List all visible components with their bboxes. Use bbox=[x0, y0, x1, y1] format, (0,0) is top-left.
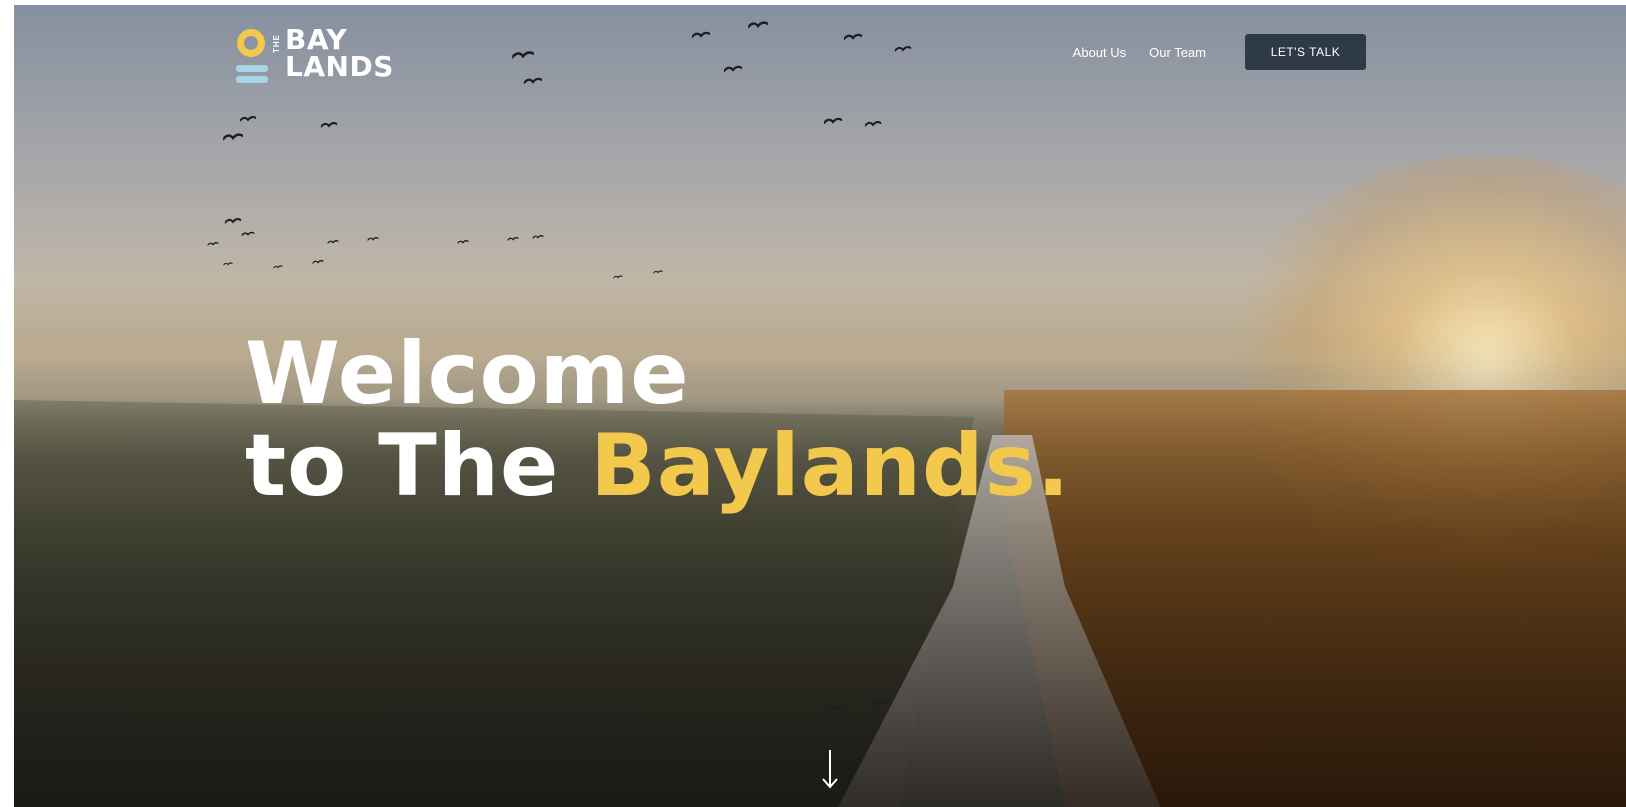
logo-the: THE bbox=[272, 34, 281, 53]
bird-icon bbox=[864, 120, 882, 127]
bird-icon bbox=[312, 260, 324, 265]
top-nav: About Us Our Team LET'S TALK bbox=[1073, 34, 1366, 70]
bird-icon bbox=[367, 237, 379, 242]
bird-icon bbox=[223, 262, 233, 266]
bird-icon bbox=[273, 265, 283, 269]
bird-icon bbox=[692, 31, 710, 39]
wave-icon bbox=[236, 76, 268, 83]
logo-word-bay: BAY bbox=[285, 23, 348, 56]
bird-icon bbox=[223, 133, 243, 142]
bird-icon bbox=[524, 77, 542, 85]
bird-icon bbox=[224, 217, 242, 224]
bird-icon bbox=[327, 240, 339, 245]
nav-link-about-us[interactable]: About Us bbox=[1073, 45, 1126, 60]
bird-icon bbox=[507, 237, 519, 242]
sun-ring-icon bbox=[237, 29, 265, 57]
bird-icon bbox=[870, 701, 886, 707]
bird-icon bbox=[207, 242, 219, 247]
headline-prefix: to The bbox=[245, 416, 591, 516]
bird-icon bbox=[239, 115, 257, 122]
logo-mark-icon bbox=[236, 26, 268, 86]
bird-icon bbox=[894, 45, 912, 52]
bird-icon bbox=[724, 65, 742, 73]
bird-icon bbox=[653, 270, 663, 274]
nav-link-our-team[interactable]: Our Team bbox=[1149, 45, 1206, 60]
headline-line-2: to The Baylands. bbox=[245, 420, 1070, 512]
headline-line-1: Welcome bbox=[245, 324, 690, 424]
bird-icon bbox=[824, 117, 842, 125]
lets-talk-button[interactable]: LET'S TALK bbox=[1245, 34, 1366, 70]
baylands-logo[interactable]: THE BAY LANDS bbox=[236, 26, 394, 86]
bird-icon bbox=[241, 231, 255, 237]
bird-icon bbox=[844, 33, 862, 41]
bird-icon bbox=[829, 705, 847, 712]
bird-icon bbox=[512, 50, 534, 60]
bird-icon bbox=[457, 240, 469, 245]
bird-icon bbox=[320, 121, 338, 128]
bird-icon bbox=[613, 275, 623, 279]
bird-icon bbox=[532, 235, 544, 240]
headline-accent: Baylands. bbox=[590, 416, 1071, 516]
logo-word-lands: LANDS bbox=[285, 50, 394, 83]
hero-headline: Welcome to The Baylands. bbox=[245, 328, 1070, 512]
logo-wordmark: BAY LANDS bbox=[285, 23, 394, 83]
wave-icon bbox=[236, 65, 268, 72]
bird-icon bbox=[748, 21, 768, 30]
arrow-down-icon[interactable] bbox=[818, 748, 842, 790]
